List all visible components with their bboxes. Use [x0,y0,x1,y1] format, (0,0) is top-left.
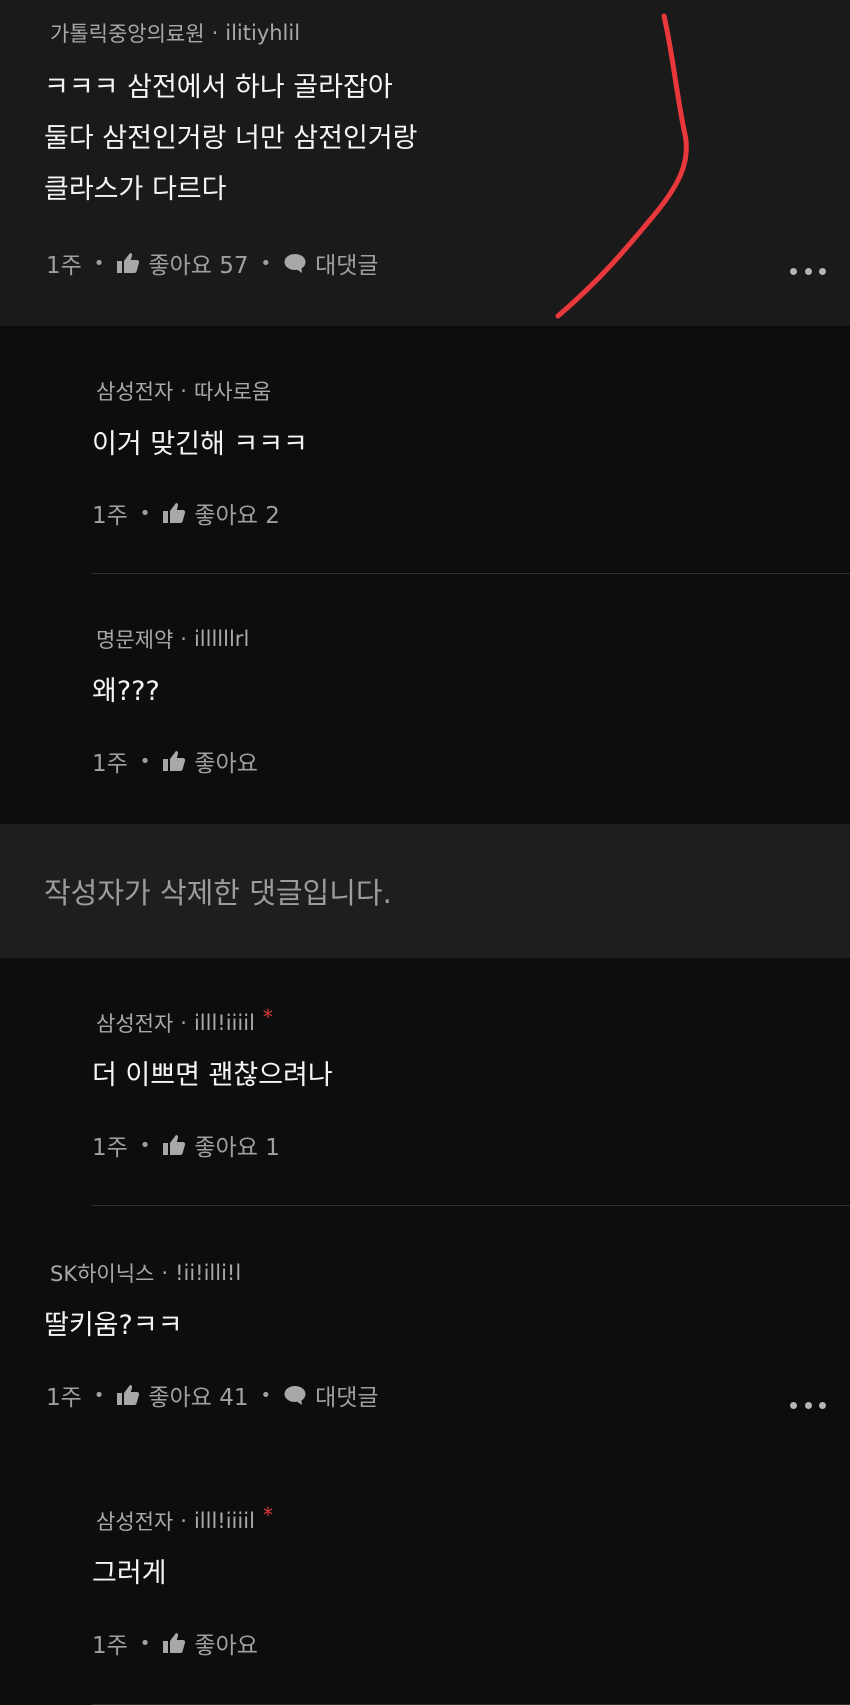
comment-actions: 1주 • 좋아요 [92,744,258,778]
separator-dot: • [139,502,151,524]
comment-line: 둘다 삼전인거랑 너만 삼전인거랑 [44,123,418,154]
more-dots-icon[interactable] [790,1400,826,1410]
comment-line: 그러게 [92,1558,167,1589]
author-affiliation[interactable]: SK하이닉스 [50,1258,154,1288]
author-handle[interactable]: illl!iiiil [194,1011,255,1035]
meta-dot: · [180,627,187,651]
comment-header: 명문제약 · illllllrl [96,624,249,654]
thumbs-up-icon[interactable] [162,502,186,524]
separator-dot: • [260,1384,272,1406]
comment-actions: 1주 • 좋아요 2 [92,496,280,530]
meta-dot: · [180,1011,187,1035]
thumbs-up-icon[interactable] [162,1134,186,1156]
like-count[interactable]: 좋아요 [194,744,257,778]
separator-dot: • [139,750,151,772]
thumbs-up-icon[interactable] [162,1632,186,1654]
reply-button[interactable]: 대댓글 [315,1378,378,1412]
author-handle[interactable]: ilitiyhlil [225,21,300,45]
comment-item: 가톨릭중앙의료원 · ilitiyhlil ㅋㅋㅋ 삼전에서 하나 골라잡아 둘… [0,0,850,326]
comment-actions: 1주 • 좋아요 [92,1626,258,1660]
separator-dot: • [139,1632,151,1654]
thumbs-up-icon[interactable] [116,1384,140,1406]
reply-item: 명문제약 · illllllrl 왜??? 1주 • 좋아요 [0,574,850,824]
meta-dot: · [161,1261,169,1285]
comment-body: ㅋㅋㅋ 삼전에서 하나 골라잡아 둘다 삼전인거랑 너만 삼전인거랑 클라스가 … [44,62,418,215]
comment-time: 1주 [92,751,128,777]
comment-header: SK하이닉스 · !ii!illi!l [50,1258,241,1288]
separator-dot: • [260,252,272,274]
deleted-comment: 작성자가 삭제한 댓글입니다. [0,824,850,958]
comment-line: 이거 맞긴해 ㅋㅋㅋ [92,429,308,460]
comment-line: 딸키움?ㅋㅋ [44,1310,183,1341]
author-affiliation[interactable]: 가톨릭중앙의료원 [50,18,205,48]
reply-item: 삼성전자 · illl!iiiil * 더 이쁘면 괜찮으려나 1주 • 좋아요… [0,958,850,1205]
author-affiliation[interactable]: 삼성전자 [96,376,173,406]
comment-body: 그러게 [92,1548,167,1599]
comment-header: 삼성전자 · illl!iiiil * [96,1005,273,1038]
comment-header: 삼성전자 · illl!iiiil * [96,1503,273,1536]
thumbs-up-icon[interactable] [162,750,186,772]
comment-header: 가톨릭중앙의료원 · ilitiyhlil [50,18,300,48]
comment-actions: 1주 • 좋아요 41 • 대댓글 [46,1378,379,1412]
separator-dot: • [93,1384,105,1406]
author-affiliation[interactable]: 삼성전자 [96,1008,173,1038]
deleted-message: 작성자가 삭제한 댓글입니다. [44,876,392,910]
author-handle[interactable]: illllllrl [194,627,249,651]
meta-dot: · [180,1509,187,1533]
meta-dot: · [180,379,187,403]
like-count[interactable]: 좋아요 57 [148,246,248,280]
comment-line: 왜??? [92,676,160,707]
like-count[interactable]: 좋아요 41 [148,1378,248,1412]
like-count[interactable]: 좋아요 1 [194,1128,279,1162]
author-handle[interactable]: !ii!illi!l [175,1261,241,1285]
reply-item: 삼성전자 · illl!iiiil * 그러게 1주 • 좋아요 [0,1454,850,1705]
comment-time: 1주 [92,503,128,529]
author-affiliation[interactable]: 삼성전자 [96,1506,173,1536]
comment-body: 더 이쁘면 괜찮으려나 [92,1050,333,1101]
thumbs-up-icon[interactable] [116,252,140,274]
comment-header: 삼성전자 · 따사로움 [96,376,271,406]
comment-time: 1주 [46,1385,82,1411]
comment-line: 더 이쁘면 괜찮으려나 [92,1060,333,1091]
like-count[interactable]: 좋아요 [194,1626,257,1660]
comment-body: 왜??? [92,666,160,717]
comment-body: 이거 맞긴해 ㅋㅋㅋ [92,419,308,470]
speech-bubble-icon[interactable] [283,252,307,274]
comment-time: 1주 [46,253,82,279]
speech-bubble-icon[interactable] [283,1384,307,1406]
like-count[interactable]: 좋아요 2 [194,496,279,530]
author-star-badge: * [262,1005,273,1029]
more-dots-icon[interactable] [790,266,826,276]
author-affiliation[interactable]: 명문제약 [96,624,173,654]
comment-line: 클라스가 다르다 [44,174,227,205]
reply-item: 삼성전자 · 따사로움 이거 맞긴해 ㅋㅋㅋ 1주 • 좋아요 2 [0,326,850,574]
author-star-badge: * [262,1503,273,1527]
comment-actions: 1주 • 좋아요 57 • 대댓글 [46,246,379,280]
comment-line: ㅋㅋㅋ 삼전에서 하나 골라잡아 [44,72,393,103]
comment-time: 1주 [92,1633,128,1659]
author-handle[interactable]: 따사로움 [194,376,271,406]
comment-time: 1주 [92,1135,128,1161]
comment-body: 딸키움?ㅋㅋ [44,1300,183,1351]
comment-item: SK하이닉스 · !ii!illi!l 딸키움?ㅋㅋ 1주 • 좋아요 41 •… [0,1206,850,1454]
reply-button[interactable]: 대댓글 [315,246,378,280]
separator-dot: • [93,252,105,274]
meta-dot: · [211,21,219,45]
separator-dot: • [139,1134,151,1156]
author-handle[interactable]: illl!iiiil [194,1509,255,1533]
comment-actions: 1주 • 좋아요 1 [92,1128,280,1162]
